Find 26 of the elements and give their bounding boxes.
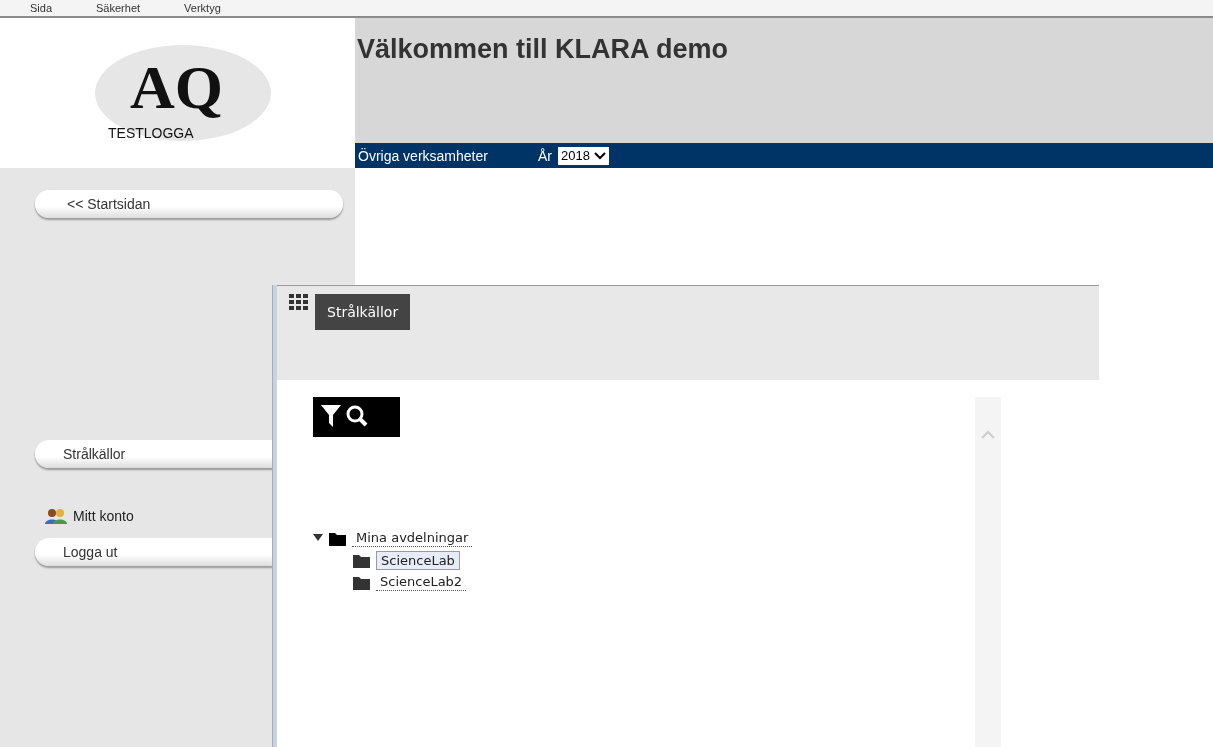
folder-icon <box>353 552 370 568</box>
tree-node[interactable]: Mina avdelningar <box>352 529 473 547</box>
folder-icon <box>329 530 346 546</box>
year-dropdown[interactable]: 2018 <box>557 146 609 165</box>
filter-icon <box>321 405 341 427</box>
page-title: Välkommen till KLARA demo <box>357 34 730 65</box>
search-icon <box>346 405 368 427</box>
toolbar-item[interactable]: Säkerhet <box>96 2 141 14</box>
folder-icon <box>353 574 370 590</box>
filter-search-button[interactable] <box>313 397 400 437</box>
caret-icon[interactable] <box>313 534 323 542</box>
tree-node[interactable]: ScienceLab <box>376 550 460 570</box>
sidebar-button[interactable]: << Startsidan <box>35 190 343 218</box>
toolbar-item[interactable]: Sida <box>30 2 53 14</box>
sidebar-button[interactable]: Strålkällor <box>35 440 273 468</box>
account-link[interactable]: Mitt konto <box>45 508 134 524</box>
scrollbar[interactable] <box>975 397 1001 747</box>
toolbar-item[interactable]: Verktyg <box>184 2 221 14</box>
module-tab[interactable]: Strålkällor <box>315 294 411 330</box>
grid-icon[interactable] <box>289 294 309 312</box>
sidebar-button[interactable]: Logga ut <box>35 538 273 566</box>
year-label: År <box>537 147 552 164</box>
caret-icon <box>593 151 606 160</box>
org-label: Övriga verksamheter <box>358 147 488 164</box>
users-icon <box>45 508 67 524</box>
tree-node[interactable]: ScienceLab2 <box>376 573 467 591</box>
